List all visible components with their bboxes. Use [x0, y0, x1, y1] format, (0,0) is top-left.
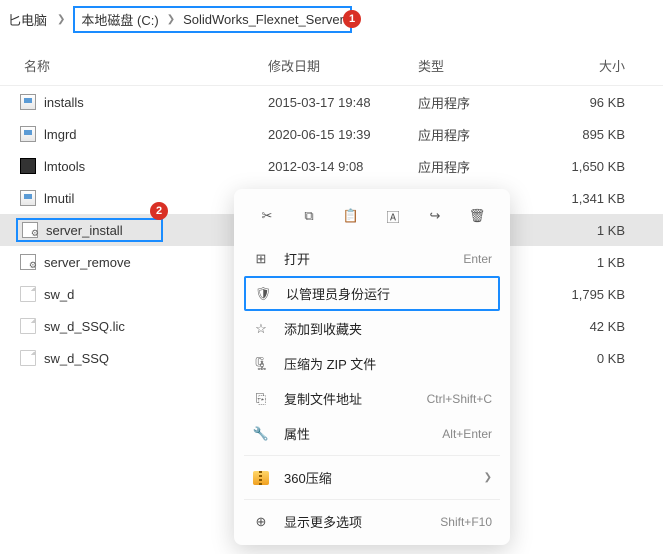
- header-name[interactable]: 名称: [8, 56, 268, 75]
- context-menu-shortcut: Alt+Enter: [442, 427, 492, 441]
- file-name: sw_d_SSQ.lic: [44, 319, 125, 334]
- file-date: 2012-03-14 9:08: [268, 159, 418, 174]
- context-menu-label: 显示更多选项: [284, 512, 426, 531]
- file-size: 42 KB: [528, 319, 655, 334]
- 360zip-icon: [252, 471, 270, 485]
- cut-icon[interactable]: ✂: [252, 201, 282, 231]
- file-name: sw_d_SSQ: [44, 351, 109, 366]
- file-size: 1,795 KB: [528, 287, 655, 302]
- header-size[interactable]: 大小: [528, 56, 655, 75]
- file-row[interactable]: installs 2015-03-17 19:48应用程序96 KB: [0, 86, 663, 118]
- paste-icon[interactable]: 📋: [336, 201, 366, 231]
- file-name: lmtools: [44, 159, 85, 174]
- file-size: 1 KB: [528, 223, 655, 238]
- share-icon[interactable]: ↪: [420, 201, 450, 231]
- context-menu-item[interactable]: 360压缩 ❯: [234, 460, 510, 495]
- context-menu-item[interactable]: 🗜 压缩为 ZIP 文件: [234, 346, 510, 381]
- breadcrumb-root[interactable]: 匕电脑: [6, 8, 49, 31]
- context-menu-item[interactable]: 🛡 以管理员身份运行: [244, 276, 500, 311]
- script-icon: [20, 254, 36, 270]
- chevron-right-icon: ❯: [53, 14, 69, 25]
- file-name: server_install: [46, 223, 123, 238]
- zip-icon: 🗜: [252, 356, 270, 372]
- copy-icon[interactable]: ⧉: [294, 201, 324, 231]
- annotation-badge-2: 2: [150, 202, 168, 220]
- props-icon: 🔧: [252, 426, 270, 442]
- admin-icon: 🛡: [254, 286, 272, 302]
- column-headers: 名称 修改日期 类型 大小: [0, 40, 663, 86]
- file-row[interactable]: lmtools 2012-03-14 9:08应用程序1,650 KB: [0, 150, 663, 182]
- star-icon: ☆: [252, 321, 270, 337]
- context-menu-label: 360压缩: [284, 468, 470, 487]
- script-icon: [22, 222, 38, 238]
- file-icon: [20, 350, 36, 366]
- file-row[interactable]: lmgrd 2020-06-15 19:39应用程序895 KB: [0, 118, 663, 150]
- breadcrumb-folder[interactable]: SolidWorks_Flexnet_Server: [183, 12, 344, 27]
- context-menu-iconbar: ✂ ⧉ 📋 🄰 ↪ 🗑: [234, 195, 510, 241]
- context-menu-separator: [244, 455, 500, 456]
- file-date: 2020-06-15 19:39: [268, 127, 418, 142]
- file-type: 应用程序: [418, 125, 528, 144]
- annotation-badge-1: 1: [343, 10, 361, 28]
- chevron-right-icon: ❯: [163, 14, 179, 25]
- exe-icon: [20, 190, 36, 206]
- context-menu-item[interactable]: ⊞ 打开 Enter: [234, 241, 510, 276]
- context-menu-label: 以管理员身份运行: [286, 284, 476, 303]
- context-menu-item[interactable]: ⎘ 复制文件地址 Ctrl+Shift+C: [234, 381, 510, 416]
- context-menu-label: 属性: [284, 424, 428, 443]
- breadcrumb[interactable]: 匕电脑 ❯ 本地磁盘 (C:) ❯ SolidWorks_Flexnet_Ser…: [0, 0, 663, 40]
- file-name: server_remove: [44, 255, 131, 270]
- file-name: lmgrd: [44, 127, 77, 142]
- file-size: 1,341 KB: [528, 191, 655, 206]
- context-menu: ✂ ⧉ 📋 🄰 ↪ 🗑 ⊞ 打开 Enter 🛡 以管理员身份运行 ☆ 添加到收藏夹 🗜 压缩为 ZIP …: [234, 189, 510, 545]
- file-date: 2015-03-17 19:48: [268, 95, 418, 110]
- file-size: 96 KB: [528, 95, 655, 110]
- context-menu-item[interactable]: ⊕ 显示更多选项 Shift+F10: [234, 504, 510, 539]
- file-size: 0 KB: [528, 351, 655, 366]
- file-icon: [20, 318, 36, 334]
- tool-icon: [20, 158, 36, 174]
- breadcrumb-drive[interactable]: 本地磁盘 (C:): [81, 10, 158, 29]
- context-menu-label: 添加到收藏夹: [284, 319, 478, 338]
- file-type: 应用程序: [418, 157, 528, 176]
- chevron-right-icon: ❯: [484, 472, 492, 483]
- context-menu-shortcut: Ctrl+Shift+C: [427, 392, 492, 406]
- file-size: 895 KB: [528, 127, 655, 142]
- delete-icon[interactable]: 🗑: [462, 201, 492, 231]
- context-menu-separator: [244, 499, 500, 500]
- file-icon: [20, 286, 36, 302]
- copypath-icon: ⎘: [252, 391, 270, 407]
- context-menu-shortcut: Shift+F10: [440, 515, 492, 529]
- rename-icon[interactable]: 🄰: [378, 201, 408, 231]
- file-type: 应用程序: [418, 93, 528, 112]
- context-menu-item[interactable]: ☆ 添加到收藏夹: [234, 311, 510, 346]
- breadcrumb-highlight: 本地磁盘 (C:) ❯ SolidWorks_Flexnet_Server: [73, 6, 352, 33]
- context-menu-shortcut: Enter: [463, 252, 492, 266]
- context-menu-label: 复制文件地址: [284, 389, 413, 408]
- file-size: 1,650 KB: [528, 159, 655, 174]
- context-menu-item[interactable]: 🔧 属性 Alt+Enter: [234, 416, 510, 451]
- header-date[interactable]: 修改日期: [268, 56, 418, 75]
- file-size: 1 KB: [528, 255, 655, 270]
- exe-icon: [20, 126, 36, 142]
- header-type[interactable]: 类型: [418, 56, 528, 75]
- context-menu-label: 压缩为 ZIP 文件: [284, 354, 478, 373]
- open-icon: ⊞: [252, 251, 270, 267]
- file-name: installs: [44, 95, 84, 110]
- file-name: lmutil: [44, 191, 74, 206]
- more-icon: ⊕: [252, 514, 270, 530]
- context-menu-label: 打开: [284, 249, 449, 268]
- file-name: sw_d: [44, 287, 74, 302]
- exe-icon: [20, 94, 36, 110]
